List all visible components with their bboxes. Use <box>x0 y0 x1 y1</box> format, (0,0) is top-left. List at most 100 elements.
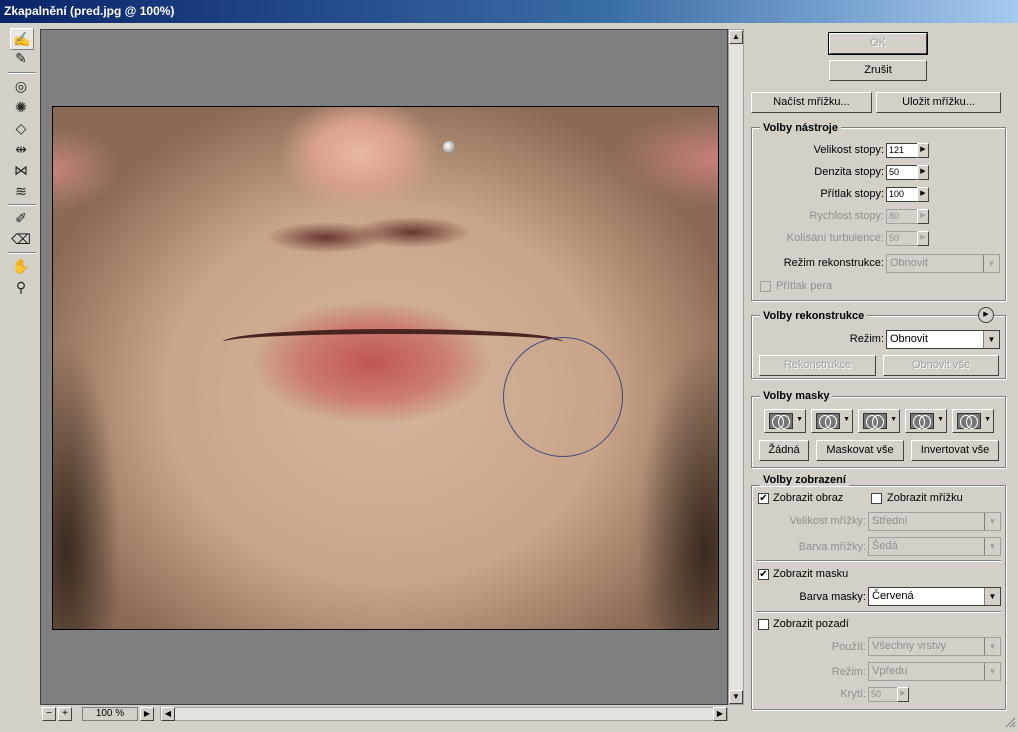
reconstruct-tool-icon[interactable]: ✎ <box>10 48 32 68</box>
reconstruct-mode-select-label: Režim: <box>849 333 884 345</box>
brush-density-slider-icon[interactable]: ▶ <box>917 165 929 180</box>
view-options-divider <box>756 560 1001 562</box>
zoom-in-button[interactable]: + <box>58 707 72 721</box>
bloat-tool-icon[interactable]: ◇ <box>10 118 32 138</box>
scroll-down-icon[interactable]: ▼ <box>729 690 743 704</box>
thaw-mask-icon[interactable]: ⌫ <box>10 229 32 249</box>
backdrop-mode-value: Vpředu <box>872 665 908 677</box>
invert-all-button[interactable]: Invertovat vše <box>911 440 999 461</box>
brush-pressure-label: Přítlak stopy: <box>820 188 884 200</box>
reconstruct-options-mode-select[interactable]: Obnovit ▼ <box>886 330 1000 349</box>
use-label: Použít: <box>831 641 866 653</box>
intersect-selection-icon <box>910 413 934 429</box>
turbulence-tool-icon[interactable]: ≋ <box>10 181 32 201</box>
brush-size-slider-icon[interactable]: ▶ <box>917 143 929 158</box>
chevron-down-icon: ▼ <box>983 331 999 348</box>
mesh-size-value: Střední <box>872 515 908 527</box>
turbulent-jitter-slider-icon[interactable]: ▶ <box>917 231 929 246</box>
chevron-down-icon: ▼ <box>984 538 1000 555</box>
reconstruct-mode-select[interactable]: Obnovit ▼ <box>886 254 1000 273</box>
use-select[interactable]: Všechny vrstvy ▼ <box>868 637 1001 656</box>
brush-size-label: Velikost stopy: <box>813 144 884 156</box>
scroll-up-icon[interactable]: ▲ <box>729 30 743 44</box>
show-mesh-checkbox[interactable] <box>871 493 882 504</box>
preview-image[interactable] <box>52 106 719 630</box>
invert-selection-button[interactable]: ▼ <box>952 409 994 433</box>
warp-tool-icon[interactable]: ✍ <box>10 28 34 50</box>
add-to-selection-button[interactable]: ▼ <box>811 409 853 433</box>
load-mesh-button[interactable]: Načíst mřížku... <box>751 92 872 113</box>
replace-selection-icon <box>769 413 793 429</box>
show-image-checkbox[interactable]: ✔ <box>758 493 769 504</box>
mask-none-button[interactable]: Žádná <box>759 440 809 461</box>
chevron-down-icon: ▼ <box>984 513 1000 530</box>
opacity-label: Krytí: <box>840 688 866 700</box>
restore-all-button[interactable]: Obnovit vše <box>883 355 999 376</box>
save-mesh-button[interactable]: Uložit mřížku... <box>876 92 1001 113</box>
cancel-button[interactable]: Zrušit <box>829 60 927 81</box>
horizontal-scrollbar[interactable]: ◀ ▶ <box>160 707 728 721</box>
preview-canvas[interactable] <box>40 29 728 705</box>
view-options-divider <box>756 611 1001 613</box>
brush-size-field[interactable]: 121 <box>886 143 918 158</box>
zoom-tool-icon[interactable]: ⚲ <box>10 277 32 297</box>
ok-button[interactable]: OK <box>828 32 928 55</box>
nose-stud <box>443 141 455 153</box>
reconstruct-mode-value: Obnovit <box>890 257 928 269</box>
chevron-down-icon: ▼ <box>937 416 944 423</box>
options-panel: OK Zrušit Načíst mřížku... Uložit mřížku… <box>746 28 1016 728</box>
push-left-tool-icon[interactable]: ⇹ <box>10 139 32 159</box>
chevron-down-icon: ▼ <box>984 638 1000 655</box>
mesh-size-select[interactable]: Střední ▼ <box>868 512 1001 531</box>
resize-grip-icon[interactable] <box>1004 716 1016 728</box>
brush-rate-field[interactable]: 80 <box>886 209 918 224</box>
stylus-pressure-checkbox[interactable] <box>760 281 771 292</box>
intersect-selection-button[interactable]: ▼ <box>905 409 947 433</box>
reconstruct-options-title: Volby rekonstrukce <box>760 310 868 322</box>
chevron-down-icon: ▼ <box>843 416 850 423</box>
reconstruct-menu-icon[interactable]: ▶ <box>978 307 994 323</box>
pucker-tool-icon[interactable]: ✺ <box>10 97 32 117</box>
brush-rate-slider-icon[interactable]: ▶ <box>917 209 929 224</box>
zoom-menu-button[interactable]: ▶ <box>140 707 154 721</box>
chevron-down-icon: ▼ <box>984 663 1000 680</box>
show-backdrop-checkbox[interactable] <box>758 619 769 630</box>
add-to-selection-icon <box>816 413 840 429</box>
backdrop-mode-select[interactable]: Vpředu ▼ <box>868 662 1001 681</box>
mesh-size-label: Velikost mřížky: <box>789 515 866 527</box>
twirl-clockwise-icon[interactable]: ◎ <box>10 76 32 96</box>
mesh-color-select[interactable]: Šedá ▼ <box>868 537 1001 556</box>
mask-mode-row: ▼ ▼ ▼ ▼ ▼ <box>764 409 1004 433</box>
show-mask-checkbox[interactable]: ✔ <box>758 569 769 580</box>
mirror-tool-icon[interactable]: ⋈ <box>10 160 32 180</box>
turbulent-jitter-field[interactable]: 50 <box>886 231 918 246</box>
zoom-out-button[interactable]: − <box>42 707 56 721</box>
tool-options-title: Volby nástroje <box>760 122 841 134</box>
hand-tool-icon[interactable]: ✋ <box>10 256 32 276</box>
brush-pressure-slider-icon[interactable]: ▶ <box>917 187 929 202</box>
turbulent-jitter-label: Kolísání turbulence: <box>786 232 884 244</box>
opacity-field[interactable]: 50 <box>868 687 898 702</box>
mesh-color-label: Barva mřížky: <box>798 541 866 553</box>
vertical-scrollbar[interactable]: ▲ ▼ <box>728 29 744 705</box>
subtract-from-selection-icon <box>863 413 887 429</box>
mask-all-button[interactable]: Maskovat vše <box>816 440 904 461</box>
reconstruct-options-mode-value: Obnovit <box>890 333 928 345</box>
opacity-slider-icon[interactable]: ▶ <box>897 687 909 702</box>
mask-color-select[interactable]: Červená ▼ <box>868 587 1001 606</box>
brush-cursor <box>503 337 623 457</box>
mask-color-label: Barva masky: <box>799 591 866 603</box>
tool-palette: ✍ ✎ ◎ ✺ ◇ ⇹ ⋈ ≋ ✐ ⌫ ✋ ⚲ <box>8 28 36 298</box>
mesh-color-value: Šedá <box>872 540 898 552</box>
show-backdrop-label: Zobrazit pozadí <box>773 618 849 630</box>
zoom-level[interactable]: 100 % <box>82 707 138 721</box>
brush-density-field[interactable]: 50 <box>886 165 918 180</box>
replace-selection-button[interactable]: ▼ <box>764 409 806 433</box>
subtract-from-selection-button[interactable]: ▼ <box>858 409 900 433</box>
scroll-right-icon[interactable]: ▶ <box>713 707 727 721</box>
scroll-left-icon[interactable]: ◀ <box>161 707 175 721</box>
freeze-mask-icon[interactable]: ✐ <box>10 208 32 228</box>
brush-pressure-field[interactable]: 100 <box>886 187 918 202</box>
reconstruct-button[interactable]: Rekonstrukce <box>759 355 876 376</box>
brush-rate-label: Rychlost stopy: <box>809 210 884 222</box>
